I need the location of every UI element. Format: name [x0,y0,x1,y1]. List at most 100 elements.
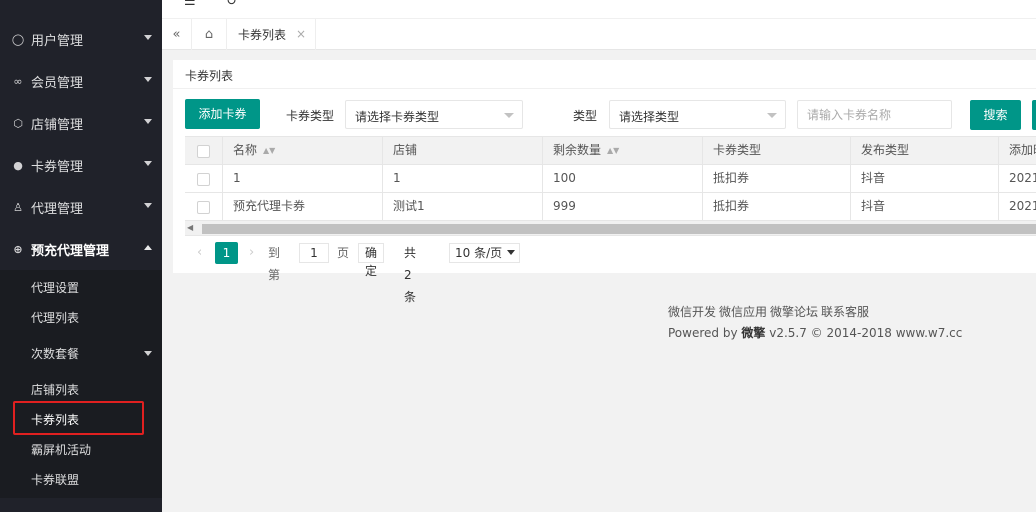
sidebar-item-label: 店铺管理 [31,117,84,133]
scrollbar-thumb[interactable] [202,224,1036,234]
coupon-type-select[interactable]: 请选择卡券类型 [345,100,523,129]
footer-links: 微信开发 微信应用 微擎论坛 联系客服 [668,302,962,323]
cell-store: 测试1 [382,193,542,221]
cell-publish-type: 抖音 [850,165,998,193]
caret-down-icon [504,113,514,118]
plus-circle-icon: ⊕ [13,242,23,256]
sidebar-item-label: 卡券管理 [31,159,84,175]
column-header-add-time: 添加时间 [998,137,1036,165]
coupon-type-label: 卡券类型 [286,109,335,123]
table-header-row: 名称 ▲▼ 店铺 剩余数量 ▲▼ 卡券类型 发布类型 添加时间 [185,137,1036,165]
sidebar-item-member-management[interactable]: ∞ 会员管理 [0,60,162,102]
submenu-item-agent-list[interactable]: 代理列表 [0,303,162,333]
sidebar-item-label: 用户管理 [31,33,84,49]
cell-remaining: 999 [542,193,702,221]
type-label: 类型 [573,109,598,123]
submenu-item-coupon-alliance[interactable]: 卡券联盟 [0,465,162,495]
top-header: ☰ ↻ [162,0,1036,18]
menu-icon[interactable]: ☰ [184,0,196,9]
page-number-current[interactable]: 1 [215,242,238,264]
submenu-item-usage-packages[interactable]: 次数套餐 [0,339,162,369]
search-button[interactable]: 搜索 [970,100,1021,130]
row-checkbox[interactable] [197,201,210,214]
chevron-up-icon [144,245,152,250]
sidebar-item-label: 会员管理 [31,75,84,91]
sidebar-item-store-management[interactable]: ⬡ 店铺管理 [0,102,162,144]
sidebar-item-prepaid-agent-management[interactable]: ⊕ 预充代理管理 [0,228,162,270]
footer-link-support[interactable]: 联系客服 [821,305,869,319]
collapse-icon[interactable]: « [162,19,192,50]
close-icon[interactable]: × [296,27,306,41]
cell-store: 1 [382,165,542,193]
type-select[interactable]: 请选择类型 [609,100,786,129]
infinity-icon: ∞ [13,74,23,88]
sidebar-logo [0,0,162,8]
row-checkbox[interactable] [197,173,210,186]
sort-icon[interactable]: ▲▼ [607,137,619,164]
footer-link-forum[interactable]: 微擎论坛 [770,305,818,319]
refresh-icon[interactable]: ↻ [226,0,237,9]
column-header-store: 店铺 [382,137,542,165]
powered-brand[interactable]: 微擎 [741,326,765,340]
select-all-checkbox[interactable] [197,145,210,158]
goto-page-input[interactable] [299,243,329,263]
home-icon[interactable]: ⌂ [192,19,227,50]
next-page-button[interactable]: › [249,242,254,264]
tab-coupon-list[interactable]: 卡券列表 × [227,19,316,50]
total-count: 共 2 条 [404,246,417,304]
coupon-name-input[interactable] [797,100,952,129]
chevron-down-icon [144,203,152,208]
add-coupon-button[interactable]: 添加卡券 [185,99,260,129]
column-header-remaining[interactable]: 剩余数量 ▲▼ [542,137,702,165]
row-select[interactable] [185,165,222,193]
row-select[interactable] [185,193,222,221]
table-row[interactable]: 1 1 100 抵扣券 抖音 2021 [185,165,1036,193]
coupon-table: 名称 ▲▼ 店铺 剩余数量 ▲▼ 卡券类型 发布类型 添加时间 1 1 100 抵扣… [185,136,1036,221]
caret-down-icon [767,113,777,118]
powered-prefix: Powered by [668,326,738,340]
extra-button[interactable] [1032,100,1036,130]
footer: 微信开发 微信应用 微擎论坛 联系客服 Powered by 微擎 v2.5.7 © … [668,302,962,344]
page-size-select[interactable]: 10 条/页 [449,243,520,263]
prev-page-button[interactable]: ‹ [197,242,202,264]
tab-label: 卡券列表 [238,28,287,42]
submenu-item-screen-activity[interactable]: 霸屏机活动 [0,435,162,465]
sidebar-item-label: 代理管理 [31,201,84,217]
column-header-label: 名称 [233,143,258,157]
cube-icon: ⬡ [13,116,23,130]
sort-icon[interactable]: ▲▼ [263,137,275,164]
sidebar-item-user-management[interactable]: ◯ 用户管理 [0,18,162,60]
submenu-item-store-list[interactable]: 店铺列表 [0,375,162,405]
table-row[interactable]: 预充代理卡券 测试1 999 抵扣券 抖音 2021 [185,193,1036,221]
card-header: 卡券列表 [173,60,1036,89]
cell-coupon-type: 抵扣券 [702,193,850,221]
chevron-down-icon [144,35,152,40]
cell-name: 1 [222,165,382,193]
cell-publish-type: 抖音 [850,193,998,221]
submenu-item-label: 次数套餐 [31,347,80,361]
footer-link-wechat-dev[interactable]: 微信开发 [668,305,716,319]
sidebar-item-coupon-management[interactable]: ● 卡券管理 [0,144,162,186]
submenu-item-coupon-list[interactable]: 卡券列表 [0,405,162,435]
cell-coupon-type: 抵扣券 [702,165,850,193]
sidebar-item-label: 预充代理管理 [31,243,110,259]
table-horizontal-scrollbar[interactable]: ◀ [185,221,1036,236]
sidebar-item-agent-management[interactable]: ♙ 代理管理 [0,186,162,228]
coupon-type-select-value: 请选择卡券类型 [355,110,440,124]
chevron-down-icon [144,119,152,124]
footer-link-wechat-apps[interactable]: 微信应用 [719,305,767,319]
page-size-value: 10 条/页 [455,246,503,260]
column-header-name[interactable]: 名称 ▲▼ [222,137,382,165]
card-title: 卡券列表 [185,69,234,83]
cell-add-time: 2021 [998,193,1036,221]
scroll-left-icon[interactable]: ◀ [187,223,193,232]
page-label: 页 [337,246,350,260]
goto-confirm-button[interactable]: 确定 [358,243,385,278]
cell-name: 预充代理卡券 [222,193,382,221]
goto-label: 到第 [268,246,281,282]
person-icon: ♙ [13,200,23,214]
column-header-coupon-type: 卡券类型 [702,137,850,165]
tabs-bar: « ⌂ 卡券列表 × [162,18,1036,50]
submenu-item-agent-settings[interactable]: 代理设置 [0,273,162,303]
header-select-all[interactable] [185,137,222,165]
